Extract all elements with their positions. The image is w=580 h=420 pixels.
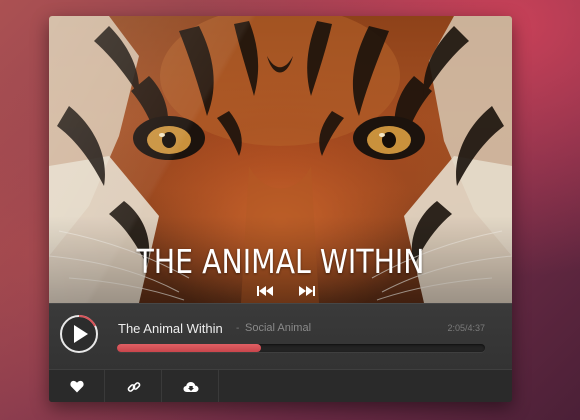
album-artwork: THE ANIMAL WITHIN [49,16,512,303]
progress-bar[interactable] [117,344,485,352]
progress-fill [117,344,261,352]
track-artist: Social Animal [245,322,312,334]
now-playing-bar: The Animal Within - Social Animal 2:05/4… [49,303,512,369]
track-title: The Animal Within [118,321,223,336]
track-separator: - [236,323,240,334]
like-button[interactable] [49,370,105,402]
track-time: 2:05/4:37 [447,323,485,333]
heart-icon [69,380,84,393]
play-icon [60,315,98,353]
music-player: THE ANIMAL WITHIN The Animal Within - So… [49,16,512,402]
play-button[interactable] [59,314,99,354]
link-icon [127,381,140,392]
fast-forward-icon[interactable] [299,284,315,296]
album-title: THE ANIMAL WITHIN [136,242,425,281]
download-button[interactable] [163,370,219,402]
share-link-button[interactable] [106,370,162,402]
cloud-download-icon [183,381,198,392]
skip-controls [49,284,512,298]
action-bar [49,369,512,402]
rewind-icon[interactable] [257,284,273,296]
